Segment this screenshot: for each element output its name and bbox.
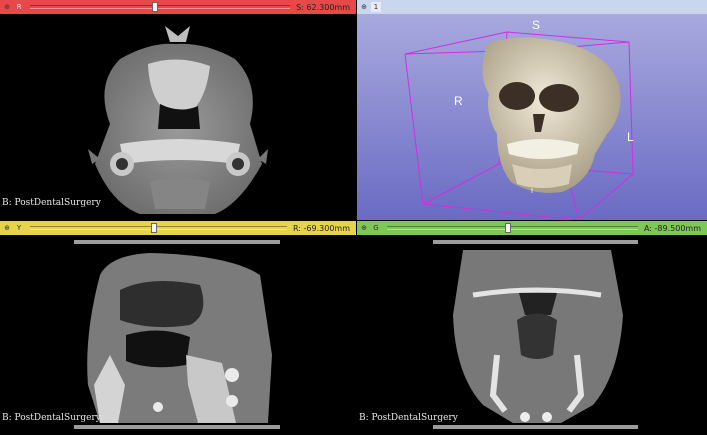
orientation-right: R	[454, 94, 463, 108]
volume-caption: B: PostDentalSurgery	[2, 413, 101, 423]
coronal-slice-image	[433, 240, 638, 429]
red-slice-controller: ⊕ R S: 62.300mm	[0, 0, 356, 14]
axial-view[interactable]: ⊕ R S: 62.300mm B: PostDentalSurgery	[0, 0, 356, 220]
slider-handle[interactable]	[504, 223, 511, 233]
threeD-view-controller: ⊕ 1	[357, 0, 707, 14]
slice-position: R: -69.300mm	[292, 223, 350, 233]
slider-handle[interactable]	[152, 2, 159, 12]
pin-icon[interactable]: ⊕	[2, 2, 12, 12]
pin-icon[interactable]: ⊕	[359, 223, 369, 233]
slice-position: S: 62.300mm	[296, 2, 350, 12]
slicer-layout: ⊕ R S: 62.300mm B: PostDentalSurgery ⊕ 1…	[0, 0, 707, 435]
slice-offset-slider[interactable]	[387, 223, 638, 233]
volume-caption: B: PostDentalSurgery	[2, 198, 101, 208]
orientation-inferior: I	[531, 188, 533, 195]
volume-caption: B: PostDentalSurgery	[359, 413, 458, 423]
green-slice-controller: ⊕ G A: -89.500mm	[357, 221, 707, 235]
slice-offset-slider[interactable]	[30, 2, 291, 12]
view-label: G	[373, 224, 379, 232]
pin-icon[interactable]: ⊕	[2, 223, 12, 233]
view-label: R	[16, 3, 22, 11]
sagittal-view[interactable]: ⊕ Y R: -69.300mm B: PostDentalSurgery	[0, 221, 356, 435]
orientation-left: L	[627, 130, 634, 144]
threeD-view[interactable]: ⊕ 1 S R L I	[357, 0, 707, 220]
yellow-slice-controller: ⊕ Y R: -69.300mm	[0, 221, 356, 235]
view-label: 1	[371, 2, 381, 12]
axial-slice-image	[88, 26, 268, 214]
slider-handle[interactable]	[150, 223, 157, 233]
pin-icon[interactable]: ⊕	[359, 2, 369, 12]
sagittal-slice-image	[74, 240, 280, 429]
coronal-view[interactable]: ⊕ G A: -89.500mm B: PostDentalSurgery	[357, 221, 707, 435]
slice-position: A: -89.500mm	[643, 223, 701, 233]
orientation-superior: S	[532, 18, 541, 32]
slice-offset-slider[interactable]	[30, 223, 287, 233]
view-label: Y	[16, 224, 22, 232]
